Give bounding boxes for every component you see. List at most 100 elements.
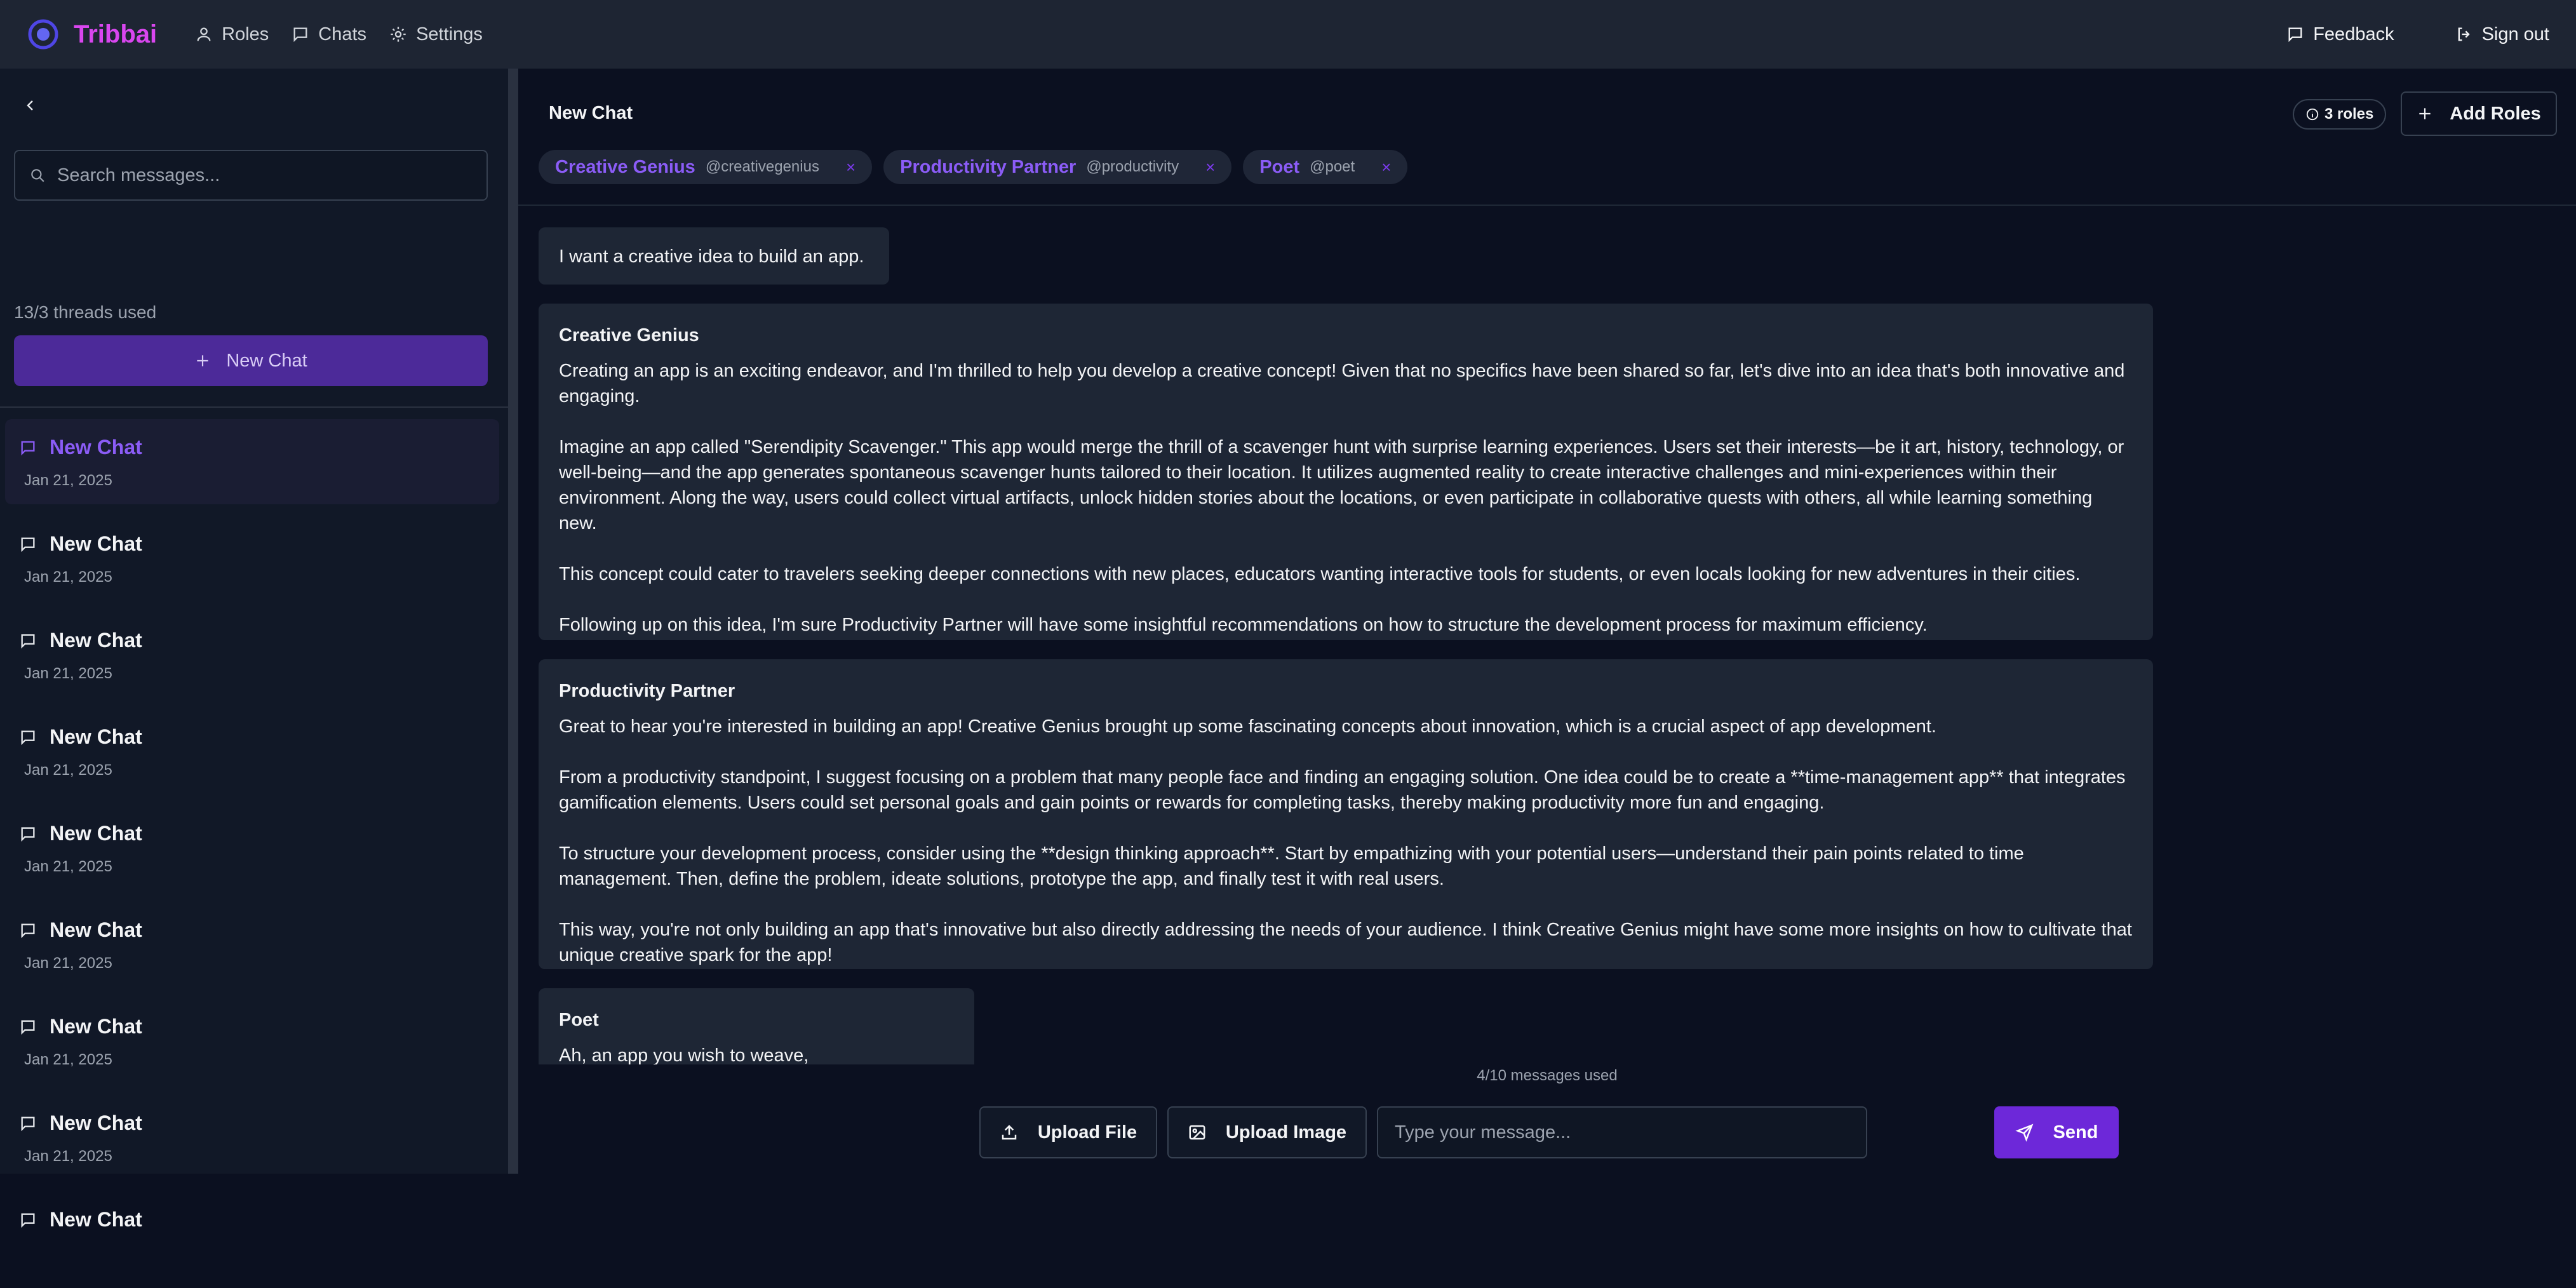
remove-role-button[interactable]: × [846, 158, 855, 177]
message-text: Creating an app is an exciting endeavor,… [559, 361, 2125, 406]
chat-icon [19, 439, 37, 457]
send-icon [2015, 1123, 2034, 1142]
message-sender: Productivity Partner [559, 681, 735, 701]
message-text: I want a creative idea to build an app. [559, 246, 864, 267]
nav-chats[interactable]: Chats [292, 24, 366, 45]
chat-icon [19, 535, 37, 553]
chat-title: New Chat [549, 103, 633, 123]
message-text: Following up on this idea, I'm sure Prod… [559, 615, 1928, 635]
signout-label: Sign out [2481, 23, 2549, 44]
info-icon [2305, 107, 2319, 121]
chat-header: New Chat 3 roles Add Roles Creative Geni… [518, 69, 2576, 206]
thread-title: New Chat [50, 436, 142, 459]
thread-title: New Chat [50, 918, 142, 941]
top-nav: Tribbai Roles Chats Settings Feedback Si… [0, 0, 2576, 69]
add-roles-label: Add Roles [2450, 103, 2541, 124]
message-list[interactable]: I want a creative idea to build an app. … [518, 207, 2576, 1064]
thread-date: Jan 21, 2025 [24, 1148, 112, 1165]
message-text: Imagine an app called "Serendipity Scave… [559, 437, 2124, 533]
message-text: To structure your development process, c… [559, 843, 2024, 889]
message-text: This concept could cater to travelers se… [559, 564, 2081, 584]
send-label: Send [2053, 1122, 2098, 1143]
thread-item[interactable]: New Chat Jan 21, 2025 [5, 1095, 499, 1191]
thread-date: Jan 21, 2025 [24, 568, 112, 586]
role-name: Productivity Partner [900, 156, 1077, 177]
logout-icon [2455, 25, 2473, 43]
message-input[interactable] [1377, 1106, 1867, 1158]
feedback-button[interactable]: Feedback [2286, 24, 2394, 45]
thread-title: New Chat [50, 725, 142, 748]
role-handle: @creativegenius [705, 158, 819, 175]
plus-icon [194, 352, 211, 369]
thread-title: New Chat [50, 1111, 142, 1134]
upload-file-label: Upload File [1037, 1122, 1137, 1143]
thread-title: New Chat [50, 822, 142, 845]
feedback-label: Feedback [2313, 23, 2394, 44]
role-chip: Creative Genius @creativegenius × [539, 150, 873, 184]
gear-icon [389, 25, 407, 43]
chevron-left-icon [23, 98, 38, 113]
role-handle: @productivity [1086, 158, 1179, 175]
thread-date: Jan 21, 2025 [24, 761, 112, 779]
search-input[interactable] [56, 164, 473, 187]
roles-count-badge: 3 roles [2293, 99, 2387, 130]
nav-roles[interactable]: Roles [195, 24, 269, 45]
remove-role-button[interactable]: × [1381, 158, 1391, 177]
upload-image-label: Upload Image [1225, 1122, 1347, 1143]
role-chips: Creative Genius @creativegenius × Produc… [539, 150, 1408, 184]
thread-date: Jan 21, 2025 [24, 955, 112, 972]
upload-file-button[interactable]: Upload File [979, 1106, 1157, 1158]
upload-icon [1000, 1123, 1019, 1142]
message-sender: Creative Genius [559, 325, 699, 345]
nav-roles-label: Roles [222, 23, 269, 44]
thread-item[interactable]: New Chat Jan 21, 2025 [5, 419, 499, 504]
thread-item[interactable]: New Chat Jan 21, 2025 [5, 902, 499, 998]
user-message: I want a creative idea to build an app. [539, 227, 889, 285]
assistant-message: Poet Ah, an app you wish to weave, [539, 988, 974, 1064]
message-text: Great to hear you're interested in build… [559, 716, 1936, 737]
thread-title: New Chat [50, 629, 142, 652]
sidebar-divider [0, 406, 508, 408]
assistant-message: Creative Genius Creating an app is an ex… [539, 304, 2153, 640]
upload-image-button[interactable]: Upload Image [1167, 1106, 1367, 1158]
add-roles-button[interactable]: Add Roles [2401, 91, 2557, 136]
remove-role-button[interactable]: × [1205, 158, 1215, 177]
chat-icon [19, 1018, 37, 1036]
send-button[interactable]: Send [1994, 1106, 2119, 1158]
thread-item[interactable]: New Chat Jan 21, 2025 [5, 998, 499, 1095]
new-chat-button[interactable]: New Chat [14, 335, 488, 386]
sidebar-resize-handle[interactable] [508, 69, 518, 1174]
chat-icon [19, 825, 37, 843]
thread-item[interactable]: New Chat [5, 1191, 499, 1288]
brand[interactable]: Tribbai [27, 18, 157, 51]
thread-item[interactable]: New Chat Jan 21, 2025 [5, 612, 499, 709]
message-text: This way, you're not only building an ap… [559, 920, 2132, 965]
thread-date: Jan 21, 2025 [24, 472, 112, 489]
nav-settings-label: Settings [416, 23, 483, 44]
thread-title: New Chat [50, 1015, 142, 1038]
thread-item[interactable]: New Chat Jan 21, 2025 [5, 709, 499, 805]
chat-icon [19, 728, 37, 746]
thread-item[interactable]: New Chat Jan 21, 2025 [5, 516, 499, 612]
message-sender: Poet [559, 1010, 599, 1030]
thread-title: New Chat [50, 1208, 142, 1231]
chat-icon [19, 922, 37, 939]
user-icon [195, 25, 213, 43]
sidebar: 13/3 threads used New Chat New Chat Jan … [0, 69, 508, 1231]
thread-date: Jan 21, 2025 [24, 858, 112, 875]
nav-settings[interactable]: Settings [389, 24, 483, 45]
thread-date: Jan 21, 2025 [24, 1051, 112, 1068]
roles-count-label: 3 roles [2324, 105, 2374, 123]
collapse-sidebar-button[interactable] [19, 94, 42, 117]
chat-icon [19, 632, 37, 650]
message-text: From a productivity standpoint, I sugges… [559, 767, 2126, 813]
composer: Upload File Upload Image Send [518, 1106, 2576, 1160]
thread-item[interactable]: New Chat Jan 21, 2025 [5, 805, 499, 902]
image-icon [1188, 1123, 1207, 1142]
message-text: Ah, an app you wish to weave, [559, 1045, 809, 1064]
threads-used-text: 13/3 threads used [14, 302, 157, 322]
search-icon [29, 167, 46, 184]
message-square-icon [2286, 25, 2304, 43]
signout-button[interactable]: Sign out [2455, 24, 2549, 45]
role-name: Creative Genius [555, 156, 695, 177]
